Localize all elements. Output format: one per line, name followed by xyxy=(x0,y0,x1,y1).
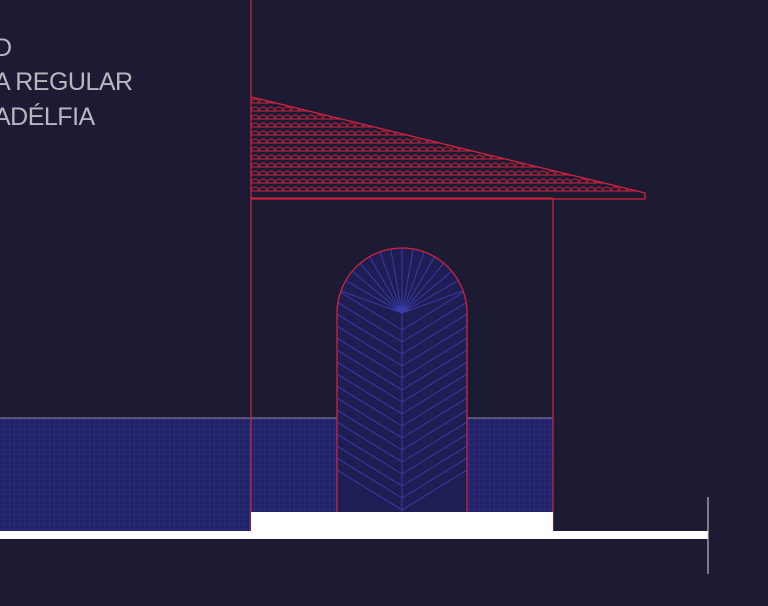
cad-viewport[interactable]: D A REGULAR ADÉLFIA xyxy=(0,0,768,601)
facade-wall-hatch-right xyxy=(467,418,553,512)
facade-wall-hatch-left xyxy=(251,418,337,512)
drawing-title-line-2: A REGULAR xyxy=(0,68,133,96)
roof-outline xyxy=(250,96,646,200)
facade-plinth xyxy=(251,512,553,531)
ground-line xyxy=(0,531,708,539)
left-wall-hatch xyxy=(0,418,251,531)
drawing-title-line-1: D xyxy=(0,34,12,62)
drawing-title-line-3: ADÉLFIA xyxy=(0,103,95,131)
